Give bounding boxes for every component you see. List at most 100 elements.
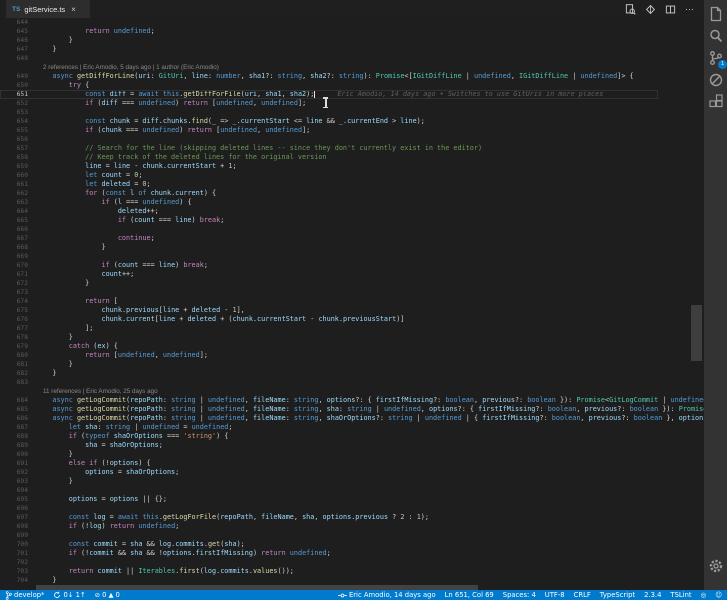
code-line[interactable]: 682 } bbox=[0, 369, 704, 378]
code-line[interactable]: 666 bbox=[0, 225, 704, 234]
code-line[interactable]: 695 options = options || {}; bbox=[0, 495, 704, 504]
code-area[interactable]: 644 645 return undefined; 646 } 647 } 648 2 … bbox=[0, 18, 704, 590]
code-line[interactable]: 679 catch (ex) { bbox=[0, 342, 704, 351]
code-line[interactable]: 700 const commit = sha && log.commits.ge… bbox=[0, 540, 704, 549]
code-line[interactable]: 688 if (typeof shaOrOptions === 'string'… bbox=[0, 432, 704, 441]
feedback-smiley-icon[interactable]: ☺ bbox=[715, 591, 722, 599]
tslint-status[interactable]: TSLint bbox=[670, 591, 691, 599]
code-line[interactable]: 691 else if (!options) { bbox=[0, 459, 704, 468]
code-line[interactable]: 667 continue; bbox=[0, 234, 704, 243]
search-icon[interactable] bbox=[708, 28, 724, 44]
code-line[interactable]: 681 } bbox=[0, 360, 704, 369]
code-line[interactable]: 652 if (diff === undefined) return [unde… bbox=[0, 99, 704, 108]
code-text: const chunk = diff.chunks.find(_ => _.cu… bbox=[85, 117, 425, 125]
typescript-version[interactable]: 2.3.4 bbox=[644, 591, 661, 599]
code-line[interactable]: 703 return commit || Iterables.first(log… bbox=[0, 567, 704, 576]
more-actions-icon[interactable]: ⋯ bbox=[685, 3, 694, 15]
code-line[interactable]: 661 let deleted = 0; bbox=[0, 180, 704, 189]
code-line[interactable]: 659 line = line - chunk.currentStart + 1… bbox=[0, 162, 704, 171]
code-line[interactable]: 653 bbox=[0, 108, 704, 117]
code-line[interactable]: 690 } bbox=[0, 450, 704, 459]
codelens-row[interactable]: 2 references | Eric Amodio, 5 days ago |… bbox=[0, 63, 704, 72]
vertical-scrollbar-thumb[interactable] bbox=[691, 305, 702, 361]
sync-indicator[interactable]: 0↓ 1↑ bbox=[53, 591, 86, 599]
code-line[interactable]: 645 return undefined; bbox=[0, 27, 704, 36]
code-line[interactable]: 687 let sha: string | undefined = undefi… bbox=[0, 423, 704, 432]
code-line[interactable]: 651 const diff = await this.getDiffForFi… bbox=[0, 90, 704, 99]
extensions-icon[interactable] bbox=[708, 94, 724, 110]
code-line[interactable]: 663 if (l === undefined) { bbox=[0, 198, 704, 207]
gitlens-blame-status[interactable]: Eric Amodio, 14 days ago bbox=[337, 591, 436, 599]
code-text: const log = await this.getLogForFile(rep… bbox=[68, 513, 429, 521]
close-tab-icon[interactable]: × bbox=[71, 5, 76, 14]
code-line[interactable]: 694 bbox=[0, 486, 704, 495]
code-line[interactable]: 670 if (count === line) break; bbox=[0, 261, 704, 270]
code-line[interactable]: 689 sha = shaOrOptions; bbox=[0, 441, 704, 450]
code-line[interactable]: 672 } bbox=[0, 279, 704, 288]
code-line[interactable]: 660 let count = 0; bbox=[0, 171, 704, 180]
gitlens-compare-icon[interactable] bbox=[645, 4, 656, 15]
codelens-links[interactable]: 11 references | Eric Amodio, 25 days ago bbox=[36, 387, 158, 396]
code-line[interactable]: 684 async getLogCommit(repoPath: string … bbox=[0, 396, 704, 405]
language-mode[interactable]: TypeScript bbox=[600, 591, 635, 599]
code-line[interactable]: 674 return [ bbox=[0, 297, 704, 306]
vertical-scrollbar[interactable] bbox=[690, 18, 703, 584]
line-number: 646 bbox=[16, 37, 28, 44]
code-line[interactable]: 649 async getDiffForLine(uri: GitUri, li… bbox=[0, 72, 704, 81]
codelens-row[interactable]: 11 references | Eric Amodio, 25 days ago bbox=[0, 387, 704, 396]
code-line[interactable]: 693 } bbox=[0, 477, 704, 486]
status-info-icon[interactable]: ◎ bbox=[701, 591, 707, 599]
tab-gitservice[interactable]: TS gitService.ts × bbox=[6, 0, 90, 18]
open-changes-icon[interactable] bbox=[625, 3, 636, 15]
code-line[interactable]: 680 return [undefined, undefined]; bbox=[0, 351, 704, 360]
code-line[interactable]: 676 chunk.current[line + deleted + (chun… bbox=[0, 315, 704, 324]
code-line[interactable]: 669 bbox=[0, 252, 704, 261]
problems-indicator[interactable]: ⊘ 0 ▲ 0 bbox=[95, 591, 120, 599]
code-line[interactable]: 656 bbox=[0, 135, 704, 144]
code-line[interactable]: 650 try { bbox=[0, 81, 704, 90]
encoding-status[interactable]: UTF-8 bbox=[545, 591, 565, 599]
code-line[interactable]: 696 bbox=[0, 504, 704, 513]
eol-status[interactable]: CRLF bbox=[574, 591, 591, 599]
code-line[interactable]: 702 bbox=[0, 558, 704, 567]
code-line[interactable]: 658 // Keep track of the deleted lines f… bbox=[0, 153, 704, 162]
code-line[interactable]: 692 options = shaOrOptions; bbox=[0, 468, 704, 477]
code-line[interactable]: 686 async getLogCommit(repoPath: string … bbox=[0, 414, 704, 423]
sync-counts: 0↓ 1↑ bbox=[63, 591, 86, 599]
code-line[interactable]: 683 bbox=[0, 378, 704, 387]
code-text: if (diff === undefined) return [undefine… bbox=[85, 99, 307, 107]
settings-gear-icon[interactable] bbox=[708, 558, 724, 574]
code-text: if (typeof shaOrOptions === 'string') { bbox=[68, 432, 229, 440]
code-text: else if (!options) { bbox=[68, 459, 151, 467]
code-text: async getDiffForLine(uri: GitUri, line: … bbox=[52, 72, 634, 80]
code-line[interactable]: 697 const log = await this.getLogForFile… bbox=[0, 513, 704, 522]
debug-icon[interactable] bbox=[708, 72, 724, 88]
code-line[interactable]: 655 if (chunk === undefined) return [und… bbox=[0, 126, 704, 135]
code-line[interactable]: 701 if (!commit && sha && !options.first… bbox=[0, 549, 704, 558]
codelens-links[interactable]: 2 references | Eric Amodio, 5 days ago |… bbox=[36, 63, 219, 72]
code-line[interactable]: 657 // Search for the line (skipping del… bbox=[0, 144, 704, 153]
code-line[interactable]: 647 } bbox=[0, 45, 704, 54]
code-line[interactable]: 665 if (count === line) break; bbox=[0, 216, 704, 225]
code-line[interactable]: 668 } bbox=[0, 243, 704, 252]
code-line[interactable]: 648 bbox=[0, 54, 704, 63]
code-line[interactable]: 698 if (!log) return undefined; bbox=[0, 522, 704, 531]
code-line[interactable]: 671 count++; bbox=[0, 270, 704, 279]
source-control-icon[interactable]: 1 bbox=[708, 50, 727, 69]
code-line[interactable]: 678 } bbox=[0, 333, 704, 342]
code-line[interactable]: 685 async getLogCommit(repoPath: string … bbox=[0, 405, 704, 414]
code-line[interactable]: 646 } bbox=[0, 36, 704, 45]
indentation-status[interactable]: Spaces: 4 bbox=[503, 591, 536, 599]
code-line[interactable]: 664 deleted++; bbox=[0, 207, 704, 216]
code-line[interactable]: 677 ]; bbox=[0, 324, 704, 333]
branch-indicator[interactable]: develop* bbox=[5, 590, 44, 600]
code-line[interactable]: 654 const chunk = diff.chunks.find(_ => … bbox=[0, 117, 704, 126]
code-line[interactable]: 644 bbox=[0, 18, 704, 27]
split-editor-icon[interactable] bbox=[665, 4, 676, 15]
cursor-position[interactable]: Ln 651, Col 69 bbox=[445, 591, 494, 599]
code-line[interactable]: 675 chunk.previous[line + deleted - 1], bbox=[0, 306, 704, 315]
code-line[interactable]: 673 bbox=[0, 288, 704, 297]
code-line[interactable]: 699 bbox=[0, 531, 704, 540]
explorer-icon[interactable] bbox=[708, 6, 724, 22]
code-line[interactable]: 662 for (const l of chunk.current) { bbox=[0, 189, 704, 198]
